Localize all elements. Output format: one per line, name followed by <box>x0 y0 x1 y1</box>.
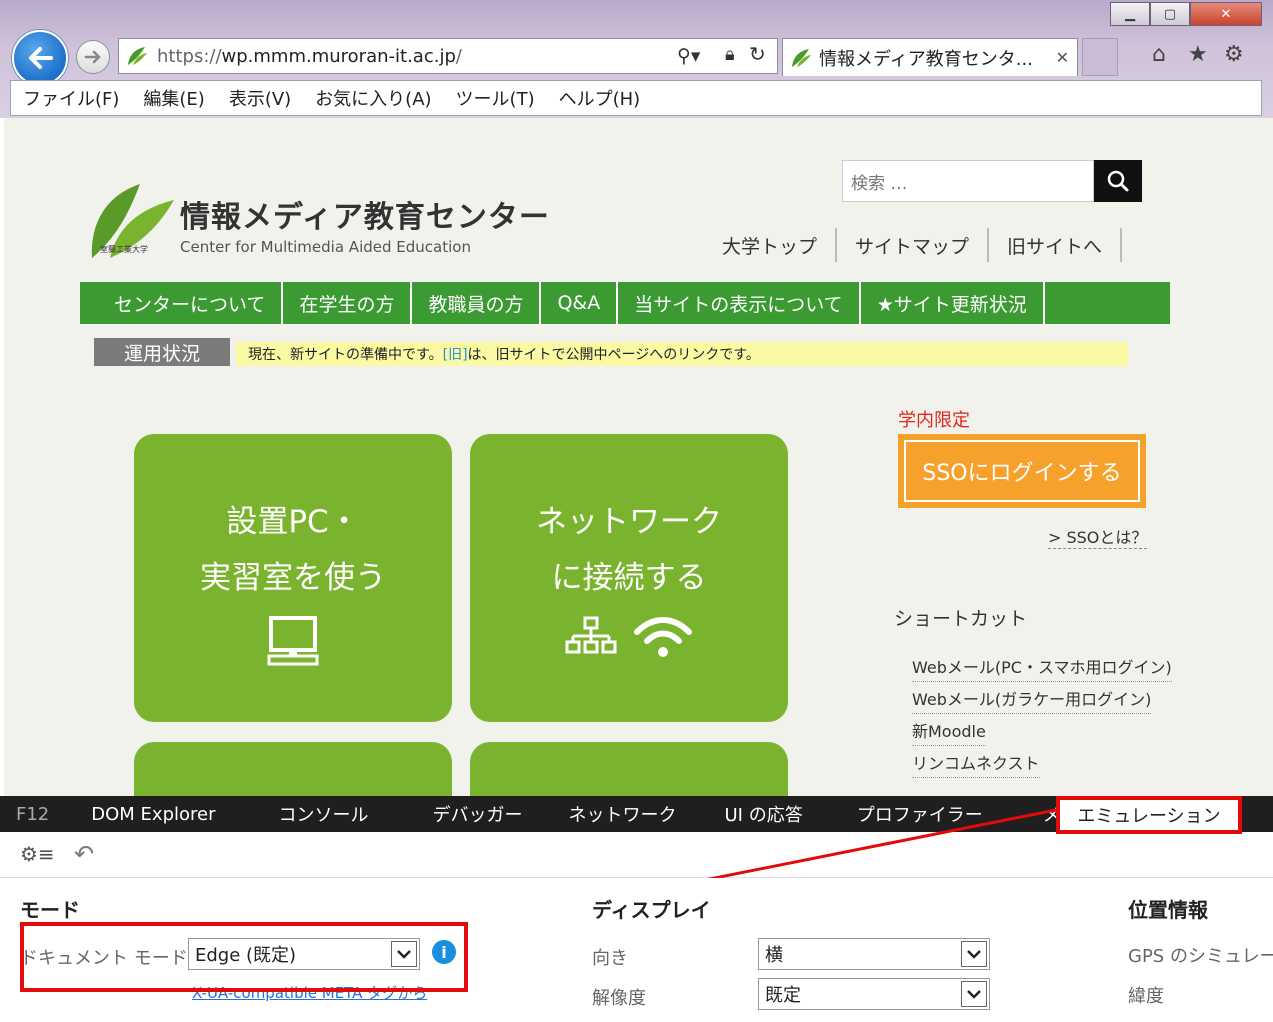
chevron-down-icon <box>961 981 987 1007</box>
computer-icon <box>267 616 319 666</box>
site-search-button[interactable] <box>1094 160 1142 202</box>
devtab-dom-explorer[interactable]: DOM Explorer <box>70 804 236 825</box>
web-page: 室蘭工業大学 情報メディア教育センター Center for Multimedi… <box>4 118 1273 796</box>
tile-net-line1: ネットワーク <box>536 504 722 540</box>
shortcut-moodle[interactable]: 新Moodle <box>912 718 986 746</box>
arrow-left-icon <box>29 47 53 69</box>
tab-close-icon[interactable]: ✕ <box>1056 48 1069 67</box>
orientation-select[interactable]: 横 <box>758 938 990 970</box>
menu-tools[interactable]: ツール(T) <box>444 85 547 111</box>
tile-network[interactable]: ネットワーク に接続する <box>470 434 788 722</box>
forward-button[interactable] <box>76 40 110 74</box>
browser-chrome: ▁ ▢ ✕ https://wp.mmm.muroran-it.ac.jp/ ⚲… <box>0 0 1273 118</box>
site-favicon-icon <box>128 47 147 65</box>
settings-gear-icon[interactable]: ⚙ <box>1224 42 1244 67</box>
nav-about[interactable]: センターについて <box>80 282 284 324</box>
tile-pc-line2: 実習室を使う <box>200 560 386 596</box>
menu-file[interactable]: ファイル(F) <box>11 85 131 111</box>
undo-reset-icon[interactable]: ↶ <box>74 840 94 868</box>
wifi-icon <box>634 617 692 657</box>
sso-login-label: SSOにログインする <box>904 440 1140 502</box>
shortcut-webmail-mobile[interactable]: Webメール(ガラケー用ログイン) <box>912 686 1152 714</box>
refresh-icon[interactable]: ↻ <box>749 42 766 66</box>
nav-display[interactable]: 当サイトの表示について <box>618 282 861 324</box>
nav-students[interactable]: 在学生の方 <box>283 282 413 324</box>
menu-favorites[interactable]: お気に入り(A) <box>303 85 443 111</box>
toplink-sitemap[interactable]: サイトマップ <box>837 228 990 262</box>
tile-fourth[interactable] <box>470 742 788 796</box>
nav-qa[interactable]: Q&A <box>541 282 619 324</box>
nav-updates[interactable]: ★サイト更新状況 <box>861 282 1045 324</box>
toplink-university[interactable]: 大学トップ <box>704 228 838 262</box>
address-bar[interactable]: https://wp.mmm.muroran-it.ac.jp/ ⚲▾ 🔒︎ ↻ <box>118 38 778 74</box>
favorites-star-icon[interactable]: ★ <box>1188 42 1208 67</box>
status-label: 運用状況 <box>94 338 230 366</box>
menu-bar: ファイル(F) 編集(E) 表示(V) お気に入り(A) ツール(T) ヘルプ(… <box>10 80 1262 116</box>
latitude-label: 緯度 <box>1128 986 1164 1007</box>
top-links: 大学トップ サイトマップ 旧サイトへ <box>704 228 1123 262</box>
devtab-console[interactable]: コンソール <box>237 801 411 827</box>
close-window-button[interactable]: ✕ <box>1190 2 1262 26</box>
mode-section-title: モード <box>20 898 80 922</box>
new-tab-button[interactable] <box>1082 38 1118 76</box>
tab-favicon-icon <box>792 48 811 67</box>
maximize-button[interactable]: ▢ <box>1150 2 1190 26</box>
tile-use-pc[interactable]: 設置PC・ 実習室を使う <box>134 434 452 722</box>
search-dropdown-icon[interactable]: ⚲▾ <box>677 45 700 67</box>
network-tree-icon <box>565 616 617 654</box>
status-message: 現在、新サイトの準備中です。 [旧] は、旧サイトで公開中ページへのリンクです。 <box>236 342 1128 366</box>
settings-list-icon[interactable]: ⚙≡ <box>20 842 55 866</box>
arrow-right-icon <box>84 50 101 64</box>
sso-login-button[interactable]: SSOにログインする <box>898 434 1146 508</box>
menu-help[interactable]: ヘルプ(H) <box>547 85 653 111</box>
search-icon <box>1107 170 1129 192</box>
site-subtitle: Center for Multimedia Aided Education <box>180 238 471 256</box>
back-button[interactable] <box>12 30 68 86</box>
site-title[interactable]: 情報メディア教育センター <box>180 192 550 236</box>
lock-icon[interactable]: 🔒︎ <box>725 44 735 65</box>
devtools-f12-label: F12 <box>16 803 50 825</box>
orientation-label: 向き <box>592 948 628 969</box>
minimize-button[interactable]: ▁ <box>1110 2 1150 26</box>
gps-simulate-label: GPS のシミュレート <box>1128 946 1273 967</box>
shortcut-title: ショートカット <box>894 608 1028 630</box>
shortcut-rincom[interactable]: リンコムネクスト <box>912 750 1040 778</box>
tile-pc-line1: 設置PC・ <box>226 504 360 540</box>
menu-edit[interactable]: 編集(E) <box>131 85 216 111</box>
menu-view[interactable]: 表示(V) <box>217 85 303 111</box>
display-section-title: ディスプレイ <box>592 898 711 922</box>
tab-title: 情報メディア教育センタ... <box>819 48 1033 70</box>
chevron-down-icon <box>961 941 987 967</box>
logo-caption: 室蘭工業大学 <box>100 245 148 254</box>
old-site-link[interactable]: [旧] <box>443 344 468 364</box>
shortcut-webmail-pc[interactable]: Webメール(PC・スマホ用ログイン) <box>912 654 1172 682</box>
nav-staff[interactable]: 教職員の方 <box>412 282 542 324</box>
campus-only-label: 学内限定 <box>898 410 970 431</box>
tile-third[interactable] <box>134 742 452 796</box>
sso-what-link[interactable]: > SSOとは？ <box>1048 524 1148 549</box>
home-icon[interactable]: ⌂ <box>1152 42 1166 67</box>
url-text: https://wp.mmm.muroran-it.ac.jp/ <box>157 45 462 67</box>
main-nav: センターについて 在学生の方 教職員の方 Q&A 当サイトの表示について ★サイ… <box>80 282 1170 324</box>
tile-net-line2: に接続する <box>551 560 707 596</box>
site-search-input[interactable]: 検索 … <box>842 160 1094 202</box>
document-mode-highlight <box>20 922 468 992</box>
toplink-old-site[interactable]: 旧サイトへ <box>989 228 1123 262</box>
resolution-label: 解像度 <box>592 988 646 1009</box>
browser-tab-active[interactable]: 情報メディア教育センタ... ✕ <box>782 38 1078 76</box>
devtab-emulation[interactable]: エミュレーション <box>1056 796 1242 834</box>
geolocation-section-title: 位置情報 <box>1128 898 1208 922</box>
resolution-select[interactable]: 既定 <box>758 978 990 1010</box>
